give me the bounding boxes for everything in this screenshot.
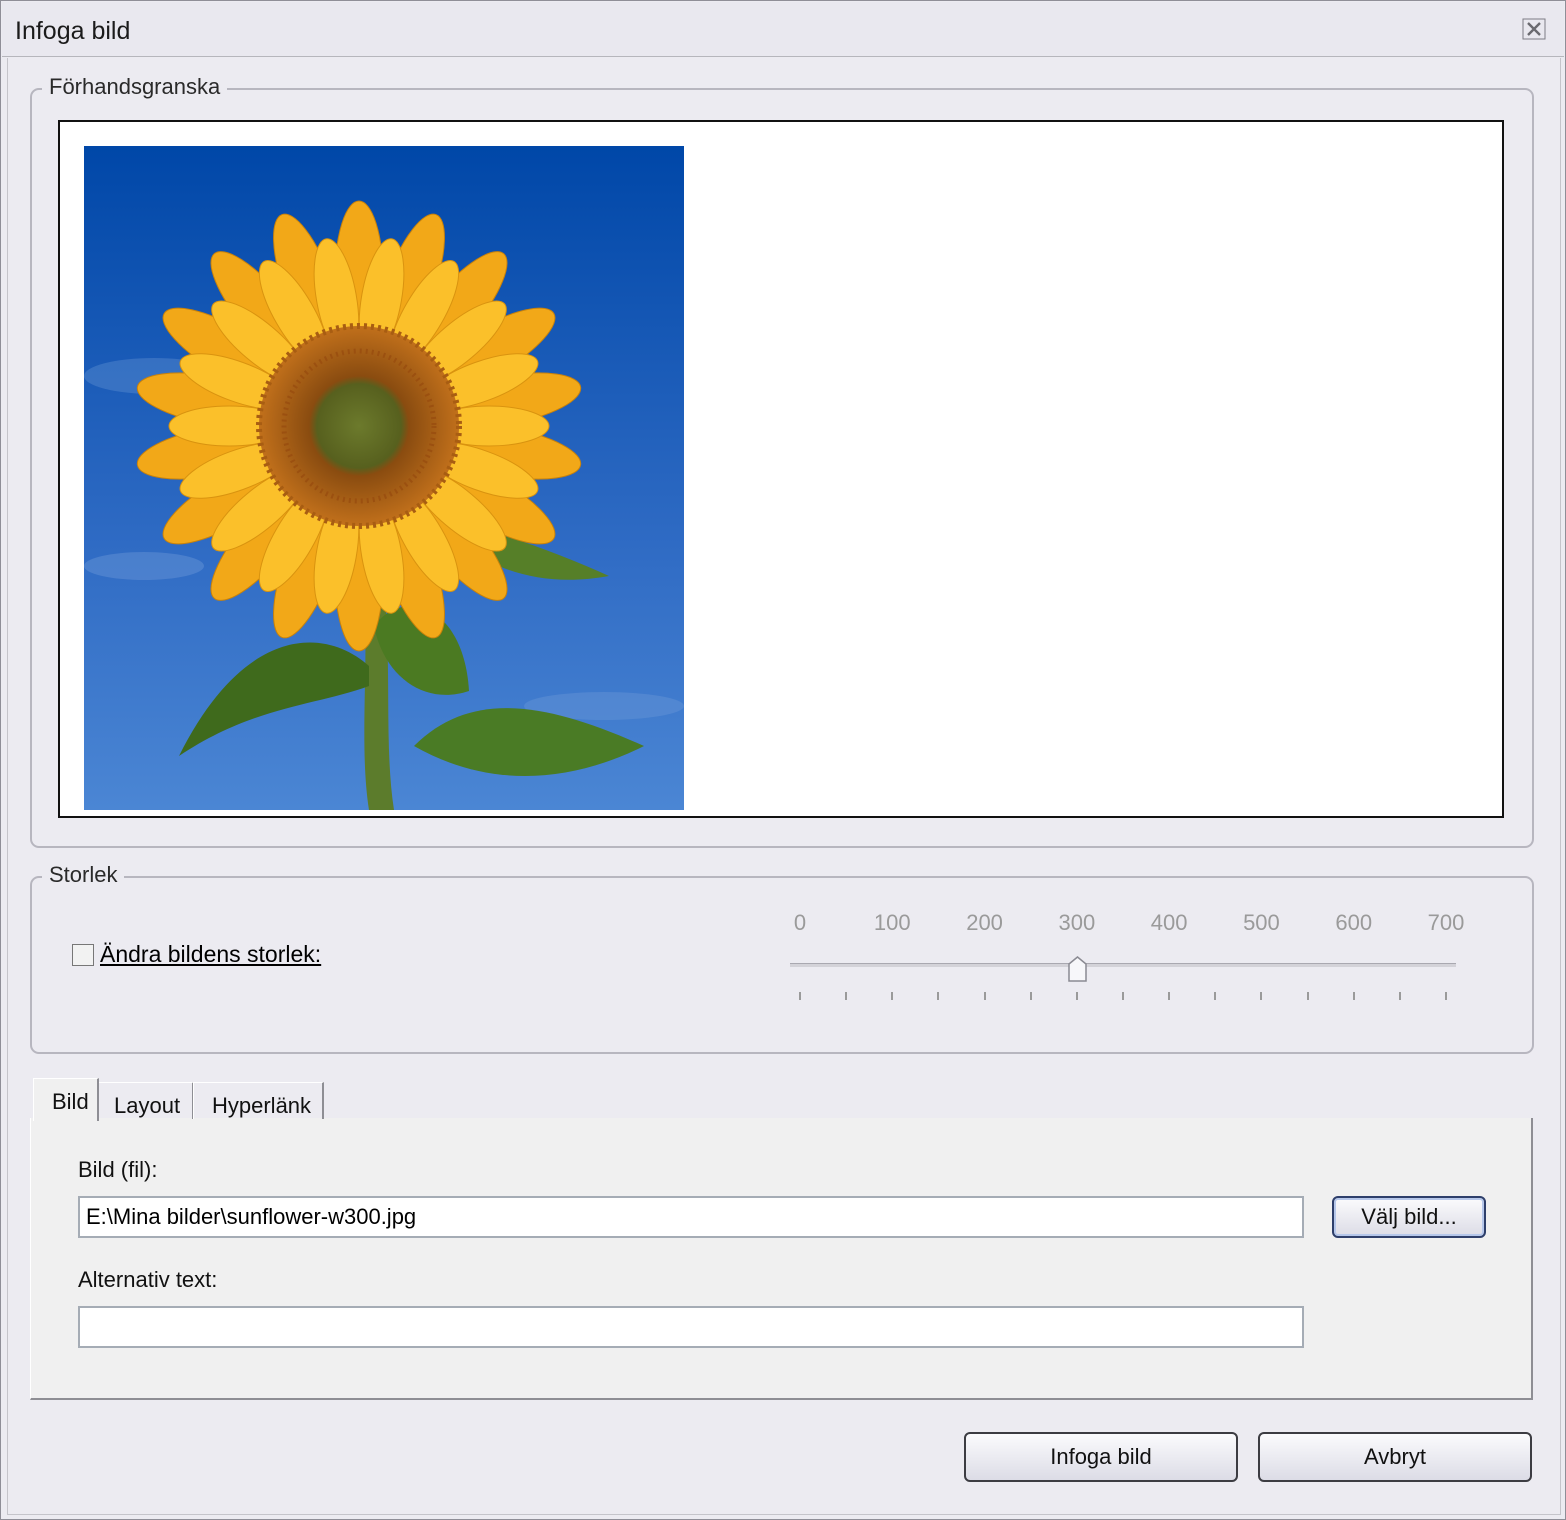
slider-tick-label: 400 <box>1150 910 1188 935</box>
alt-text-input[interactable] <box>78 1306 1304 1348</box>
resize-checkbox-label-text: Ändra bildens storlek: <box>100 941 322 967</box>
slider-tick-mark <box>1075 992 1078 1000</box>
slider-tick-mark <box>1168 992 1171 1000</box>
tab-bild[interactable]: Bild <box>33 1078 99 1121</box>
slider-tick-label: 300 <box>1058 910 1096 935</box>
resize-checkbox[interactable] <box>72 944 94 966</box>
cancel-button[interactable]: Avbryt <box>1258 1432 1532 1482</box>
title-bar: Infoga bild <box>2 2 1564 57</box>
tab-bild-label: Bild <box>52 1089 89 1114</box>
close-icon[interactable] <box>1522 18 1546 40</box>
file-field-label: Bild (fil): <box>78 1157 158 1182</box>
size-slider-thumb[interactable] <box>1068 956 1087 982</box>
tab-layout-label: Layout <box>114 1093 181 1118</box>
slider-tick-mark <box>799 992 801 1000</box>
tab-hyperlink-label: Hyperlänk <box>212 1093 312 1118</box>
sunflower-preview-image <box>84 146 684 810</box>
slider-tick-label: 500 <box>1243 910 1280 935</box>
tab-panel-bild <box>30 1118 1533 1400</box>
slider-tick-mark <box>1352 992 1355 1000</box>
slider-tick-mark <box>1260 992 1263 1000</box>
alt-text-label: Alternativ text: <box>78 1267 218 1292</box>
slider-tick-mark <box>937 992 940 1000</box>
size-legend: Storlek <box>42 862 125 888</box>
slider-tick-mark <box>1029 992 1032 1000</box>
slider-tick-mark <box>1122 992 1124 1000</box>
slider-tick-mark <box>891 992 894 1000</box>
slider-tick-mark <box>1306 992 1309 1000</box>
slider-tick-label: 100 <box>873 910 911 935</box>
size-slider-track[interactable] <box>790 963 1456 967</box>
slider-tick-mark <box>1398 992 1401 1000</box>
slider-tick-mark <box>1445 992 1447 1000</box>
slider-tick-mark <box>1214 992 1217 1000</box>
slider-tick-label: 200 <box>966 910 1003 935</box>
dialog-title: Infoga bild <box>15 17 131 45</box>
slider-tick-label: 0 <box>793 910 807 935</box>
resize-checkbox-label[interactable]: Ändra bildens storlek: <box>100 941 321 968</box>
tab-layout[interactable]: Layout <box>98 1082 194 1119</box>
tab-hyperlink[interactable]: Hyperlänk <box>193 1082 324 1119</box>
preview-legend: Förhandsgranska <box>42 74 228 100</box>
slider-tick-label: 600 <box>1335 910 1373 935</box>
choose-image-button[interactable]: Välj bild... <box>1332 1196 1486 1238</box>
slider-tick-mark <box>845 992 848 1000</box>
file-path-input[interactable] <box>78 1196 1304 1238</box>
slider-tick-label: 700 <box>1427 910 1465 935</box>
insert-image-button[interactable]: Infoga bild <box>964 1432 1238 1482</box>
slider-tick-mark <box>983 992 986 1000</box>
